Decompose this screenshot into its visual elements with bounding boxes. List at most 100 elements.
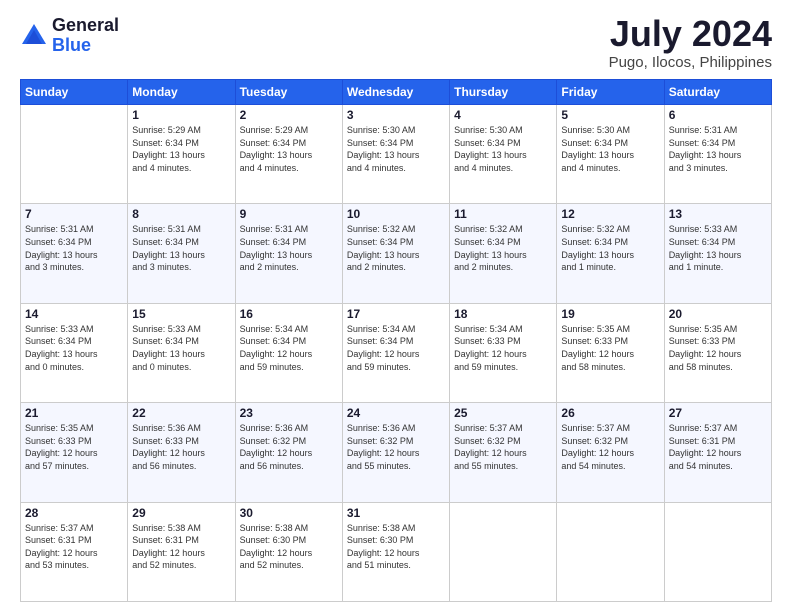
table-row: 28Sunrise: 5:37 AM Sunset: 6:31 PM Dayli… bbox=[21, 502, 128, 601]
day-info: Sunrise: 5:31 AM Sunset: 6:34 PM Dayligh… bbox=[669, 124, 767, 174]
day-number: 18 bbox=[454, 307, 552, 321]
day-info: Sunrise: 5:35 AM Sunset: 6:33 PM Dayligh… bbox=[25, 422, 123, 472]
day-number: 2 bbox=[240, 108, 338, 122]
day-number: 23 bbox=[240, 406, 338, 420]
table-row: 9 Sunrise: 5:31 AM Sunset: 6:34 PM Daylig… bbox=[235, 204, 342, 303]
day-number: 30 bbox=[240, 506, 338, 520]
table-row: 21 Sunrise: 5:35 AM Sunset: 6:33 PM Dayli… bbox=[21, 403, 128, 502]
table-row: 29Sunrise: 5:38 AM Sunset: 6:31 PM Dayli… bbox=[128, 502, 235, 601]
table-row bbox=[450, 502, 557, 601]
table-row: 30 Sunrise: 5:38 AM Sunset: 6:30 PM Dayli… bbox=[235, 502, 342, 601]
day-number: 22 bbox=[132, 406, 230, 420]
table-row: 18 Sunrise: 5:34 AM Sunset: 6:33 PM Dayli… bbox=[450, 303, 557, 402]
table-row: 4 Sunrise: 5:30 AM Sunset: 6:34 PM Daylig… bbox=[450, 105, 557, 204]
day-info: Sunrise: 5:36 AM Sunset: 6:32 PM Dayligh… bbox=[240, 422, 338, 472]
day-number: 19 bbox=[561, 307, 659, 321]
table-row: 7 Sunrise: 5:31 AM Sunset: 6:34 PM Daylig… bbox=[21, 204, 128, 303]
day-info: Sunrise: 5:35 AM Sunset: 6:33 PM Dayligh… bbox=[669, 323, 767, 373]
logo-blue: Blue bbox=[52, 36, 119, 56]
day-info: Sunrise: 5:37 AM Sunset: 6:32 PM Dayligh… bbox=[454, 422, 552, 472]
day-info: Sunrise: 5:32 AM Sunset: 6:34 PM Dayligh… bbox=[561, 223, 659, 273]
table-row: 20 Sunrise: 5:35 AM Sunset: 6:33 PM Dayli… bbox=[664, 303, 771, 402]
day-info: Sunrise: 5:34 AM Sunset: 6:34 PM Dayligh… bbox=[240, 323, 338, 373]
day-number: 4 bbox=[454, 108, 552, 122]
table-row: 31Sunrise: 5:38 AM Sunset: 6:30 PM Dayli… bbox=[342, 502, 449, 601]
day-info: Sunrise: 5:29 AM Sunset: 6:34 PM Dayligh… bbox=[132, 124, 230, 174]
table-row: 19 Sunrise: 5:35 AM Sunset: 6:33 PM Dayli… bbox=[557, 303, 664, 402]
day-info: Sunrise: 5:34 AM Sunset: 6:33 PM Dayligh… bbox=[454, 323, 552, 373]
table-row: 3Sunrise: 5:30 AM Sunset: 6:34 PM Daylig… bbox=[342, 105, 449, 204]
day-number: 21 bbox=[25, 406, 123, 420]
col-sunday: Sunday bbox=[21, 80, 128, 105]
col-tuesday: Tuesday bbox=[235, 80, 342, 105]
day-info: Sunrise: 5:38 AM Sunset: 6:30 PM Dayligh… bbox=[347, 522, 445, 572]
table-row: 27Sunrise: 5:37 AM Sunset: 6:31 PM Dayli… bbox=[664, 403, 771, 502]
day-number: 14 bbox=[25, 307, 123, 321]
table-row: 26 Sunrise: 5:37 AM Sunset: 6:32 PM Dayli… bbox=[557, 403, 664, 502]
calendar-week-row: 14 Sunrise: 5:33 AM Sunset: 6:34 PM Dayli… bbox=[21, 303, 772, 402]
day-number: 24 bbox=[347, 406, 445, 420]
day-number: 15 bbox=[132, 307, 230, 321]
col-saturday: Saturday bbox=[664, 80, 771, 105]
day-number: 17 bbox=[347, 307, 445, 321]
col-friday: Friday bbox=[557, 80, 664, 105]
calendar-week-row: 28Sunrise: 5:37 AM Sunset: 6:31 PM Dayli… bbox=[21, 502, 772, 601]
calendar-table: Sunday Monday Tuesday Wednesday Thursday… bbox=[20, 79, 772, 602]
day-number: 1 bbox=[132, 108, 230, 122]
table-row: 23 Sunrise: 5:36 AM Sunset: 6:32 PM Dayli… bbox=[235, 403, 342, 502]
day-info: Sunrise: 5:36 AM Sunset: 6:32 PM Dayligh… bbox=[347, 422, 445, 472]
day-number: 16 bbox=[240, 307, 338, 321]
day-info: Sunrise: 5:33 AM Sunset: 6:34 PM Dayligh… bbox=[669, 223, 767, 273]
day-info: Sunrise: 5:34 AM Sunset: 6:34 PM Dayligh… bbox=[347, 323, 445, 373]
table-row bbox=[557, 502, 664, 601]
table-row: 24 Sunrise: 5:36 AM Sunset: 6:32 PM Dayli… bbox=[342, 403, 449, 502]
table-row: 10 Sunrise: 5:32 AM Sunset: 6:34 PM Dayli… bbox=[342, 204, 449, 303]
calendar-week-row: 21 Sunrise: 5:35 AM Sunset: 6:33 PM Dayli… bbox=[21, 403, 772, 502]
subtitle: Pugo, Ilocos, Philippines bbox=[609, 54, 772, 71]
col-wednesday: Wednesday bbox=[342, 80, 449, 105]
table-row bbox=[664, 502, 771, 601]
day-info: Sunrise: 5:38 AM Sunset: 6:30 PM Dayligh… bbox=[240, 522, 338, 572]
day-info: Sunrise: 5:33 AM Sunset: 6:34 PM Dayligh… bbox=[132, 323, 230, 373]
day-number: 20 bbox=[669, 307, 767, 321]
title-area: July 2024 Pugo, Ilocos, Philippines bbox=[609, 16, 772, 71]
day-number: 25 bbox=[454, 406, 552, 420]
table-row bbox=[21, 105, 128, 204]
header: General Blue July 2024 Pugo, Ilocos, Phi… bbox=[20, 16, 772, 71]
day-number: 26 bbox=[561, 406, 659, 420]
day-info: Sunrise: 5:35 AM Sunset: 6:33 PM Dayligh… bbox=[561, 323, 659, 373]
table-row: 5Sunrise: 5:30 AM Sunset: 6:34 PM Daylig… bbox=[557, 105, 664, 204]
table-row: 16 Sunrise: 5:34 AM Sunset: 6:34 PM Dayli… bbox=[235, 303, 342, 402]
day-info: Sunrise: 5:32 AM Sunset: 6:34 PM Dayligh… bbox=[347, 223, 445, 273]
day-info: Sunrise: 5:30 AM Sunset: 6:34 PM Dayligh… bbox=[347, 124, 445, 174]
col-monday: Monday bbox=[128, 80, 235, 105]
day-number: 9 bbox=[240, 207, 338, 221]
table-row: 1 Sunrise: 5:29 AM Sunset: 6:34 PM Daylig… bbox=[128, 105, 235, 204]
table-row: 2 Sunrise: 5:29 AM Sunset: 6:34 PM Daylig… bbox=[235, 105, 342, 204]
day-info: Sunrise: 5:29 AM Sunset: 6:34 PM Dayligh… bbox=[240, 124, 338, 174]
main-title: July 2024 bbox=[609, 16, 772, 52]
day-number: 7 bbox=[25, 207, 123, 221]
day-info: Sunrise: 5:31 AM Sunset: 6:34 PM Dayligh… bbox=[240, 223, 338, 273]
day-number: 8 bbox=[132, 207, 230, 221]
table-row: 17 Sunrise: 5:34 AM Sunset: 6:34 PM Dayli… bbox=[342, 303, 449, 402]
day-number: 28 bbox=[25, 506, 123, 520]
calendar-week-row: 7 Sunrise: 5:31 AM Sunset: 6:34 PM Daylig… bbox=[21, 204, 772, 303]
day-info: Sunrise: 5:30 AM Sunset: 6:34 PM Dayligh… bbox=[454, 124, 552, 174]
table-row: 6 Sunrise: 5:31 AM Sunset: 6:34 PM Daylig… bbox=[664, 105, 771, 204]
logo: General Blue bbox=[20, 16, 119, 56]
page: General Blue July 2024 Pugo, Ilocos, Phi… bbox=[0, 0, 792, 612]
table-row: 25 Sunrise: 5:37 AM Sunset: 6:32 PM Dayli… bbox=[450, 403, 557, 502]
day-info: Sunrise: 5:38 AM Sunset: 6:31 PM Dayligh… bbox=[132, 522, 230, 572]
table-row: 12Sunrise: 5:32 AM Sunset: 6:34 PM Dayli… bbox=[557, 204, 664, 303]
calendar-week-row: 1 Sunrise: 5:29 AM Sunset: 6:34 PM Daylig… bbox=[21, 105, 772, 204]
calendar-header-row: Sunday Monday Tuesday Wednesday Thursday… bbox=[21, 80, 772, 105]
logo-icon bbox=[20, 22, 48, 50]
table-row: 11Sunrise: 5:32 AM Sunset: 6:34 PM Dayli… bbox=[450, 204, 557, 303]
day-info: Sunrise: 5:37 AM Sunset: 6:32 PM Dayligh… bbox=[561, 422, 659, 472]
day-number: 10 bbox=[347, 207, 445, 221]
day-info: Sunrise: 5:33 AM Sunset: 6:34 PM Dayligh… bbox=[25, 323, 123, 373]
day-number: 6 bbox=[669, 108, 767, 122]
day-info: Sunrise: 5:31 AM Sunset: 6:34 PM Dayligh… bbox=[25, 223, 123, 273]
day-number: 11 bbox=[454, 207, 552, 221]
